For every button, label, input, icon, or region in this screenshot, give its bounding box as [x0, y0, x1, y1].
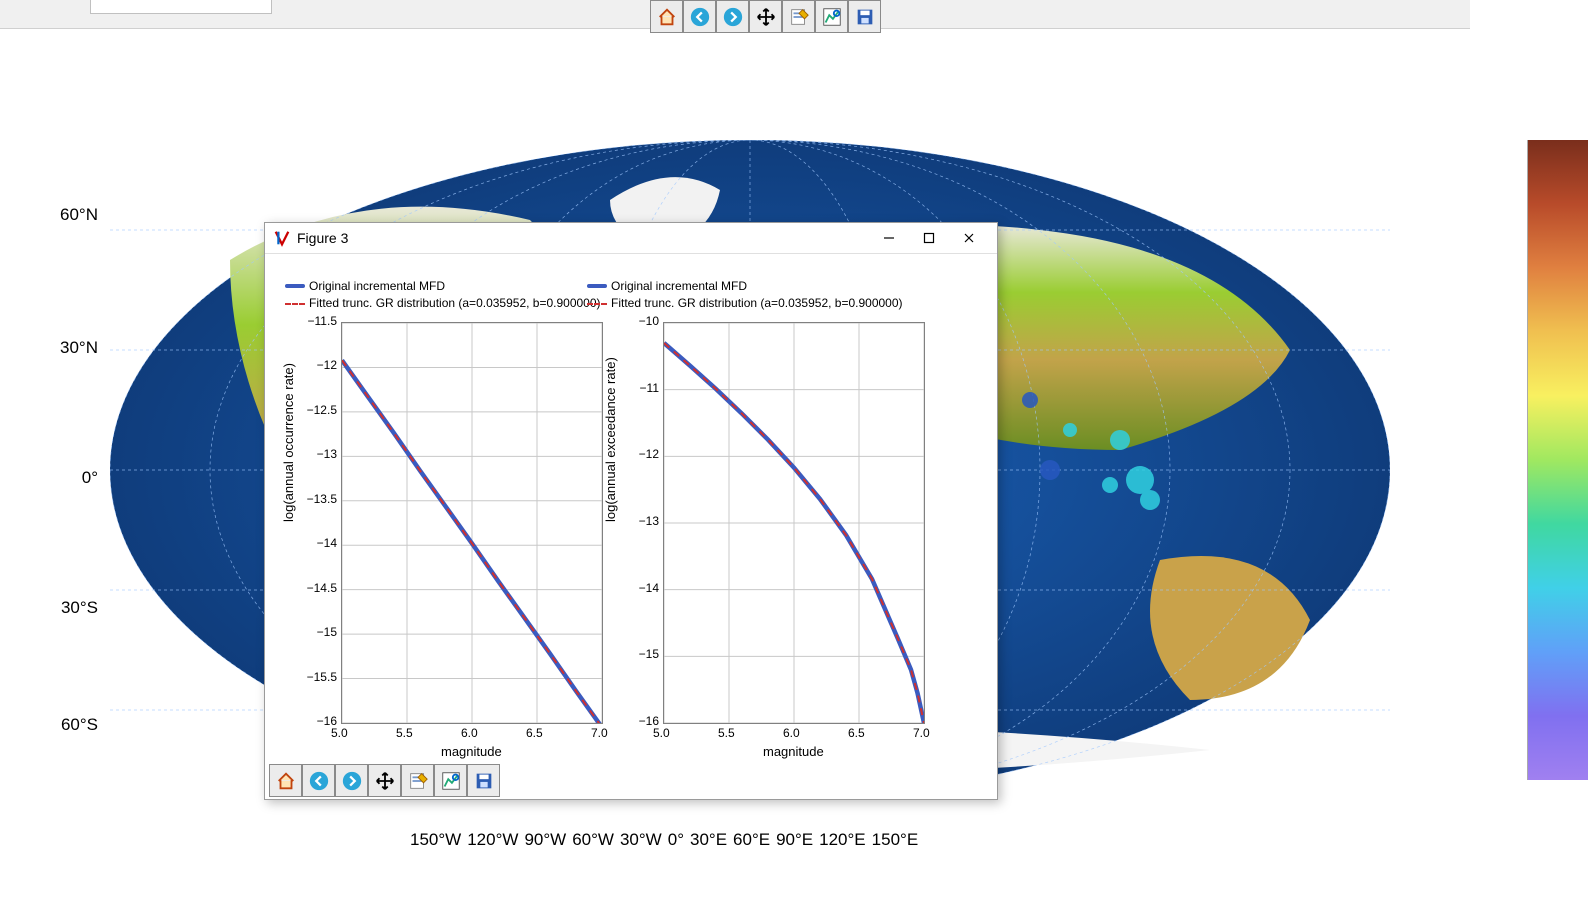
- y-tick-label: −12.5: [295, 403, 337, 417]
- lon-label: 60°E: [733, 830, 770, 849]
- x-tick-label: 7.0: [913, 726, 930, 740]
- y-tick-label: −16: [295, 714, 337, 728]
- legend-swatch-fitted-left: [285, 303, 305, 305]
- home-icon: [656, 6, 678, 28]
- legend-swatch-fitted-right: [587, 303, 607, 305]
- lon-label: 120°E: [819, 830, 866, 849]
- longitude-labels: 150°W 120°W 90°W 60°W 30°W 0° 30°E 60°E 90°E 120°…: [410, 830, 924, 850]
- x-tick-label: 5.0: [653, 726, 670, 740]
- back-icon: [308, 770, 330, 792]
- edit-icon: [407, 770, 429, 792]
- legend-swatch-original-right: [587, 284, 607, 288]
- chart-right-axes[interactable]: [663, 322, 925, 724]
- save-icon: [473, 770, 495, 792]
- x-tick-label: 5.5: [396, 726, 413, 740]
- x-tick-label: 5.0: [331, 726, 348, 740]
- forward-button[interactable]: [335, 764, 368, 797]
- y-tick-label: −14.5: [295, 581, 337, 595]
- edit-button[interactable]: [401, 764, 434, 797]
- y-tick-label: −15: [295, 625, 337, 639]
- lon-label: 0°: [668, 830, 684, 849]
- y-tick-label: −15.5: [295, 670, 337, 684]
- y-tick-label: −16: [617, 714, 659, 728]
- lon-label: 120°W: [467, 830, 518, 849]
- x-tick-label: 5.5: [718, 726, 735, 740]
- home-button[interactable]: [650, 0, 683, 33]
- subplots-button[interactable]: [434, 764, 467, 797]
- home-icon: [275, 770, 297, 792]
- legend-label-fitted-right: Fitted trunc. GR distribution (a=0.03595…: [611, 296, 903, 310]
- back-button[interactable]: [302, 764, 335, 797]
- subplots-icon: [821, 6, 843, 28]
- x-axis-label: magnitude: [441, 744, 502, 759]
- forward-icon: [341, 770, 363, 792]
- back-button[interactable]: [683, 0, 716, 33]
- y-axis-label: log(annual occurrence rate): [281, 363, 296, 522]
- lon-label: 150°W: [410, 830, 461, 849]
- y-axis-label: log(annual exceedance rate): [603, 357, 618, 522]
- lon-label: 30°E: [690, 830, 727, 849]
- y-tick-label: −12: [617, 447, 659, 461]
- map-toolbar: [650, 0, 881, 33]
- x-tick-label: 7.0: [591, 726, 608, 740]
- subplots-button[interactable]: [815, 0, 848, 33]
- lon-label: 30°W: [620, 830, 662, 849]
- y-tick-label: −14: [617, 581, 659, 595]
- close-button[interactable]: [949, 224, 989, 252]
- y-tick-label: −13.5: [295, 492, 337, 506]
- figure-canvas[interactable]: Original incremental MFD Fitted trunc. G…: [265, 254, 997, 760]
- figure-title: Figure 3: [297, 230, 348, 246]
- lon-label: 150°E: [872, 830, 919, 849]
- pan-icon: [755, 6, 777, 28]
- forward-icon: [722, 6, 744, 28]
- figure-toolbar: [269, 764, 500, 797]
- lat-label: 30°S: [38, 598, 98, 618]
- legend-label-original-left: Original incremental MFD: [309, 279, 445, 293]
- lat-label: 60°S: [38, 715, 98, 735]
- maximize-button[interactable]: [909, 224, 949, 252]
- y-tick-label: −14: [295, 536, 337, 550]
- legend-label-fitted-left: Fitted trunc. GR distribution (a=0.03595…: [309, 296, 601, 310]
- partial-table-cell: [90, 0, 272, 14]
- save-button[interactable]: [467, 764, 500, 797]
- x-tick-label: 6.5: [848, 726, 865, 740]
- figure-titlebar[interactable]: Figure 3: [265, 223, 997, 254]
- y-tick-label: −10: [617, 314, 659, 328]
- minimize-button[interactable]: [869, 224, 909, 252]
- y-tick-label: −15: [617, 647, 659, 661]
- edit-button[interactable]: [782, 0, 815, 33]
- subplots-icon: [440, 770, 462, 792]
- y-tick-label: −12: [295, 358, 337, 372]
- pan-button[interactable]: [368, 764, 401, 797]
- colorbar: [1527, 140, 1588, 780]
- back-icon: [689, 6, 711, 28]
- x-tick-label: 6.0: [783, 726, 800, 740]
- edit-icon: [788, 6, 810, 28]
- forward-button[interactable]: [716, 0, 749, 33]
- legend-label-original-right: Original incremental MFD: [611, 279, 747, 293]
- legend-swatch-original-left: [285, 284, 305, 288]
- lat-label: 60°N: [38, 205, 98, 225]
- lon-label: 90°W: [524, 830, 566, 849]
- save-button[interactable]: [848, 0, 881, 33]
- figure-window[interactable]: Figure 3 Original incremental MFD Fitted…: [264, 222, 998, 800]
- pan-button[interactable]: [749, 0, 782, 33]
- chart-left-axes[interactable]: [341, 322, 603, 724]
- tk-icon: [273, 229, 291, 247]
- save-icon: [854, 6, 876, 28]
- y-tick-label: −13: [617, 514, 659, 528]
- x-tick-label: 6.5: [526, 726, 543, 740]
- lat-label: 0°: [38, 468, 98, 488]
- lon-label: 90°E: [776, 830, 813, 849]
- y-tick-label: −11.5: [295, 314, 337, 328]
- pan-icon: [374, 770, 396, 792]
- x-axis-label: magnitude: [763, 744, 824, 759]
- home-button[interactable]: [269, 764, 302, 797]
- lon-label: 60°W: [572, 830, 614, 849]
- lat-label: 30°N: [38, 338, 98, 358]
- y-tick-label: −11: [617, 381, 659, 395]
- x-tick-label: 6.0: [461, 726, 478, 740]
- y-tick-label: −13: [295, 447, 337, 461]
